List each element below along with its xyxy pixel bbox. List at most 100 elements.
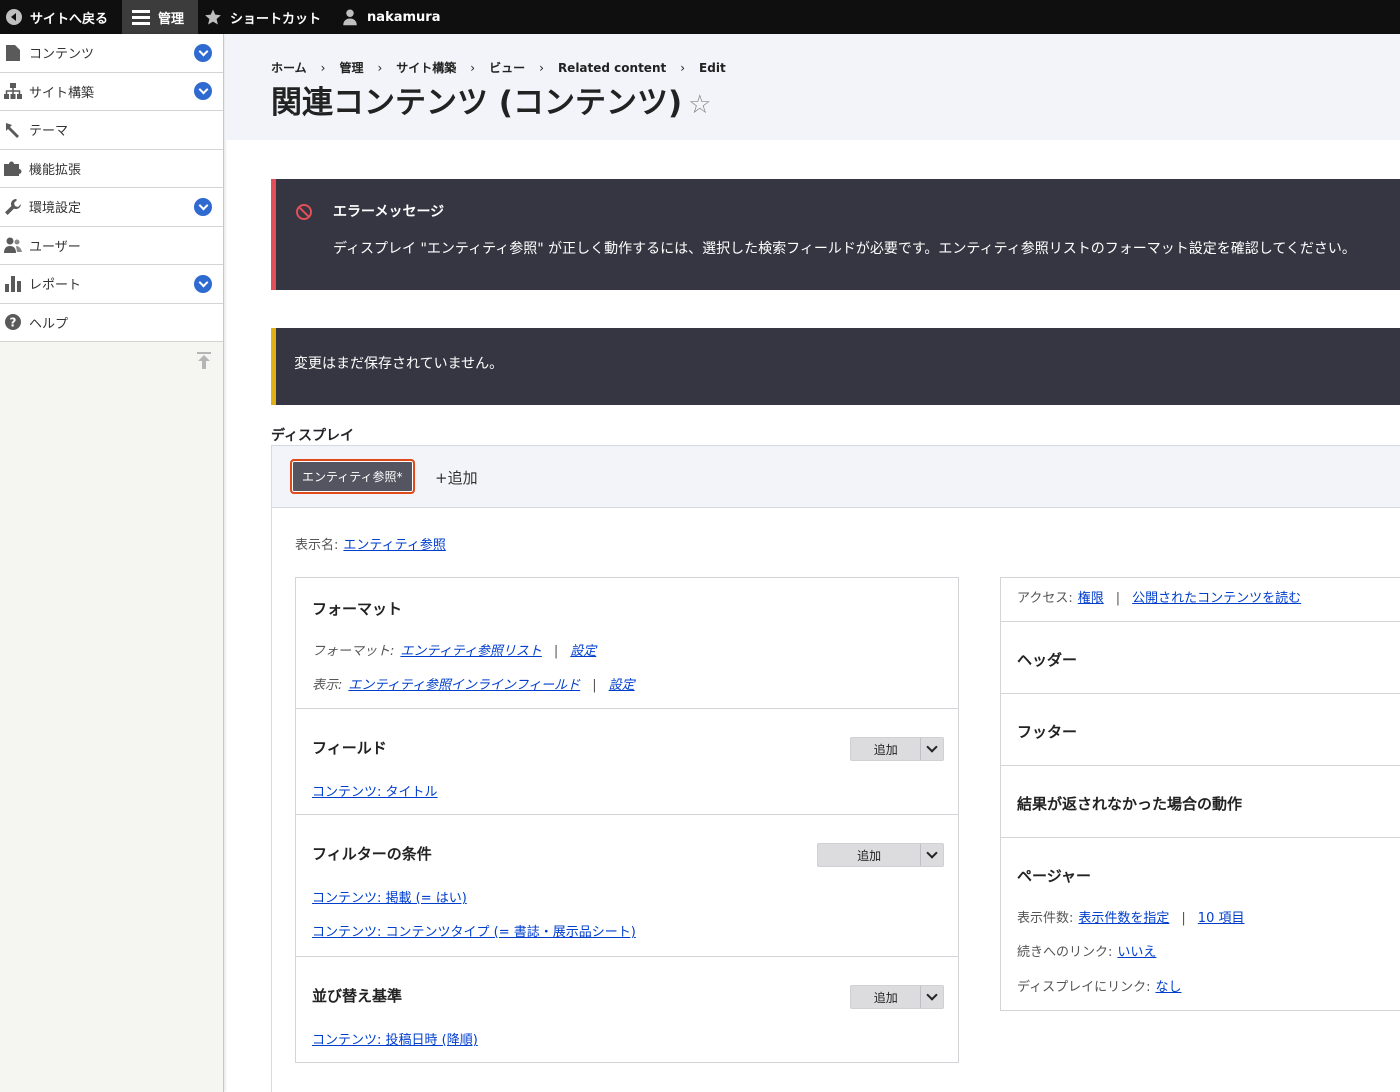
svg-text:?: ? [10, 316, 17, 330]
access-section: アクセス: 権限 | 公開されたコンテンツを読む [1001, 578, 1400, 622]
sitemap-icon [3, 83, 23, 100]
filters-add-dropbutton[interactable]: 追加 [817, 843, 944, 867]
user-tab[interactable]: nakamura [335, 0, 454, 34]
link-display-row: ディスプレイにリンク: なし [1017, 976, 1182, 995]
breadcrumb-home[interactable]: ホーム [271, 61, 307, 75]
access-value-link[interactable]: 公開されたコンテンツを読む [1132, 591, 1301, 606]
footer-section: フッター [1001, 694, 1400, 766]
no-results-title: 結果が返されなかった場合の動作 [1017, 795, 1243, 813]
right-column: アクセス: 権限 | 公開されたコンテンツを読む ヘッダー フッター 結果が返されなか… [1000, 577, 1400, 1011]
star-icon [205, 9, 221, 25]
items-value-link[interactable]: 表示件数を指定 [1078, 911, 1169, 926]
sidebar-item-people[interactable]: ユーザー [0, 226, 223, 265]
sidebar-item-reports[interactable]: レポート [0, 265, 223, 304]
warning-message: 変更はまだ保存されていません。 [271, 328, 1400, 405]
sorts-add-dropbutton[interactable]: 追加 [850, 985, 944, 1009]
user-label: nakamura [367, 9, 441, 25]
more-value-link[interactable]: いいえ [1117, 945, 1156, 960]
sort-created-link[interactable]: コンテンツ: 投稿日時 (降順) [312, 1029, 478, 1048]
field-title-link[interactable]: コンテンツ: タイトル [312, 781, 438, 800]
access-permission-link[interactable]: 権限 [1078, 591, 1104, 606]
bar-chart-icon [3, 275, 23, 292]
menu-icon [132, 9, 151, 25]
format-value-link[interactable]: エンティティ参照リスト [400, 644, 541, 659]
error-icon [296, 204, 312, 220]
manage-label: 管理 [158, 11, 185, 27]
shortcuts-label: ショートカット [230, 11, 322, 27]
sidebar-item-config[interactable]: 環境設定 [0, 188, 223, 227]
sidebar-item-label: サイト構築 [29, 85, 95, 101]
page-title: 関連コンテンツ (コンテンツ) ☆ [271, 77, 711, 122]
page-header: ホーム › 管理 › サイト構築 › ビュー › Related content › Edit 関連… [225, 34, 1400, 140]
back-to-site-label: サイトへ戻る [30, 11, 109, 27]
sidebar-item-label: ヘルプ [29, 316, 69, 332]
items-label: 表示件数: [1017, 911, 1074, 926]
filters-add-button[interactable]: 追加 [818, 844, 922, 866]
format-label: フォーマット: [312, 644, 395, 659]
wrench-icon [3, 198, 23, 215]
format-title: フォーマット [312, 600, 403, 618]
show-settings-link[interactable]: 設定 [609, 678, 635, 693]
chevron-down-icon[interactable] [921, 986, 943, 1008]
display-name-link[interactable]: エンティティ参照 [343, 538, 445, 553]
chevron-down-icon[interactable] [921, 844, 943, 866]
items-count-link[interactable]: 10 項目 [1198, 911, 1245, 926]
puzzle-icon [3, 160, 23, 177]
chevron-down-icon[interactable] [194, 43, 212, 62]
link-display-value-link[interactable]: なし [1155, 980, 1181, 995]
breadcrumb-structure[interactable]: サイト構築 [396, 61, 456, 75]
sidebar-item-label: 環境設定 [29, 201, 82, 217]
filter-published-link[interactable]: コンテンツ: 掲載 (= はい) [312, 887, 467, 906]
admin-sidebar: コンテンツ サイト構築 テーマ 機能拡張 環境設定 ユーザー レポート ? ヘル… [0, 34, 224, 1092]
sidebar-item-help[interactable]: ? ヘルプ [0, 303, 223, 342]
filters-title: フィルターの条件 [312, 845, 432, 863]
chevron-down-icon[interactable] [194, 197, 212, 216]
sidebar-item-content[interactable]: コンテンツ [0, 34, 223, 73]
header-title: ヘッダー [1017, 651, 1078, 669]
sidebar-item-structure[interactable]: サイト構築 [0, 72, 223, 111]
format-settings-link[interactable]: 設定 [570, 644, 596, 659]
displays-label: ディスプレイ [271, 428, 355, 444]
add-display-button[interactable]: +追加 [435, 467, 478, 488]
shortcuts-tab[interactable]: ショートカット [198, 0, 335, 34]
chevron-down-icon[interactable] [921, 738, 943, 760]
breadcrumb: ホーム › 管理 › サイト構築 › ビュー › Related content › Edit [271, 61, 726, 75]
sorts-add-button[interactable]: 追加 [851, 986, 922, 1008]
sidebar-item-label: コンテンツ [29, 47, 95, 63]
error-title: エラーメッセージ [333, 204, 445, 220]
breadcrumb-view[interactable]: Related content [558, 61, 666, 75]
sorts-section: 並び替え基準 追加 コンテンツ: 投稿日時 (降順) [296, 957, 958, 1062]
breadcrumb-admin[interactable]: 管理 [339, 61, 363, 75]
star-icon[interactable]: ☆ [688, 90, 711, 120]
paintbrush-icon [3, 122, 23, 138]
chevron-down-icon[interactable] [194, 82, 212, 101]
chevron-down-icon[interactable] [194, 274, 212, 293]
back-arrow-icon [6, 9, 22, 25]
filter-type-link[interactable]: コンテンツ: コンテンツタイプ (= 書誌・展示品シート) [312, 921, 636, 940]
sidebar-item-label: テーマ [29, 124, 69, 140]
no-results-section: 結果が返されなかった場合の動作 [1001, 766, 1400, 838]
display-tabs: エンティティ参照* +追加 [271, 445, 1400, 508]
sidebar-item-label: 機能拡張 [29, 162, 82, 178]
user-icon [343, 9, 357, 26]
back-to-site-link[interactable]: サイトへ戻る [0, 0, 122, 34]
show-value-link[interactable]: エンティティ参照インラインフィールド [348, 678, 580, 693]
breadcrumb-views[interactable]: ビュー [489, 61, 525, 75]
error-message: エラーメッセージ ディスプレイ "エンティティ参照" が正しく動作するには、選択… [271, 179, 1400, 290]
left-column: フォーマット フォーマット: エンティティ参照リスト | 設定 表示: エンティティ参照… [295, 577, 959, 1063]
show-row: 表示: エンティティ参照インラインフィールド | 設定 [312, 678, 635, 693]
manage-tab[interactable]: 管理 [122, 0, 199, 34]
sidebar-item-extend[interactable]: 機能拡張 [0, 149, 223, 188]
sidebar-item-appearance[interactable]: テーマ [0, 111, 223, 150]
pager-section: ページャー 表示件数: 表示件数を指定 | 10 項目 続きへのリンク: いいえ ディス… [1001, 838, 1400, 1010]
more-label: 続きへのリンク: [1017, 945, 1113, 960]
format-row: フォーマット: エンティティ参照リスト | 設定 [312, 644, 597, 659]
breadcrumb-edit[interactable]: Edit [699, 61, 726, 75]
help-icon: ? [3, 314, 23, 331]
fields-add-button[interactable]: 追加 [851, 738, 922, 760]
more-link-row: 続きへのリンク: いいえ [1017, 941, 1156, 960]
fields-add-dropbutton[interactable]: 追加 [850, 737, 944, 761]
collapse-sidebar-icon[interactable] [197, 352, 211, 374]
access-label: アクセス: [1017, 591, 1073, 606]
tab-entity-reference[interactable]: エンティティ参照* [290, 459, 415, 494]
